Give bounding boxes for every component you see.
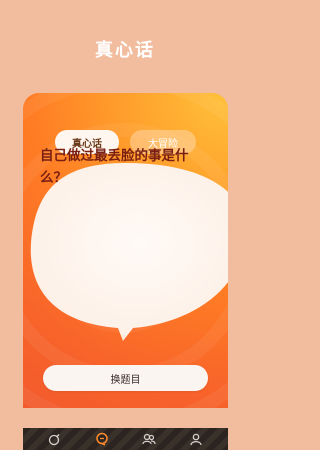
speech-bubble (23, 93, 228, 408)
users-icon[interactable] (140, 430, 158, 448)
bottom-nav (23, 428, 228, 450)
change-question-button[interactable]: 换题目 (43, 365, 208, 391)
bomb-icon[interactable] (46, 430, 64, 448)
page-title: 真心话 (95, 40, 155, 61)
profile-icon[interactable] (187, 430, 205, 448)
chat-bubble-icon[interactable] (93, 430, 111, 448)
question-text: 自己做过最丢脸的事是什么？ (40, 148, 189, 186)
question-card: 真心话 大冒险 (23, 93, 228, 408)
